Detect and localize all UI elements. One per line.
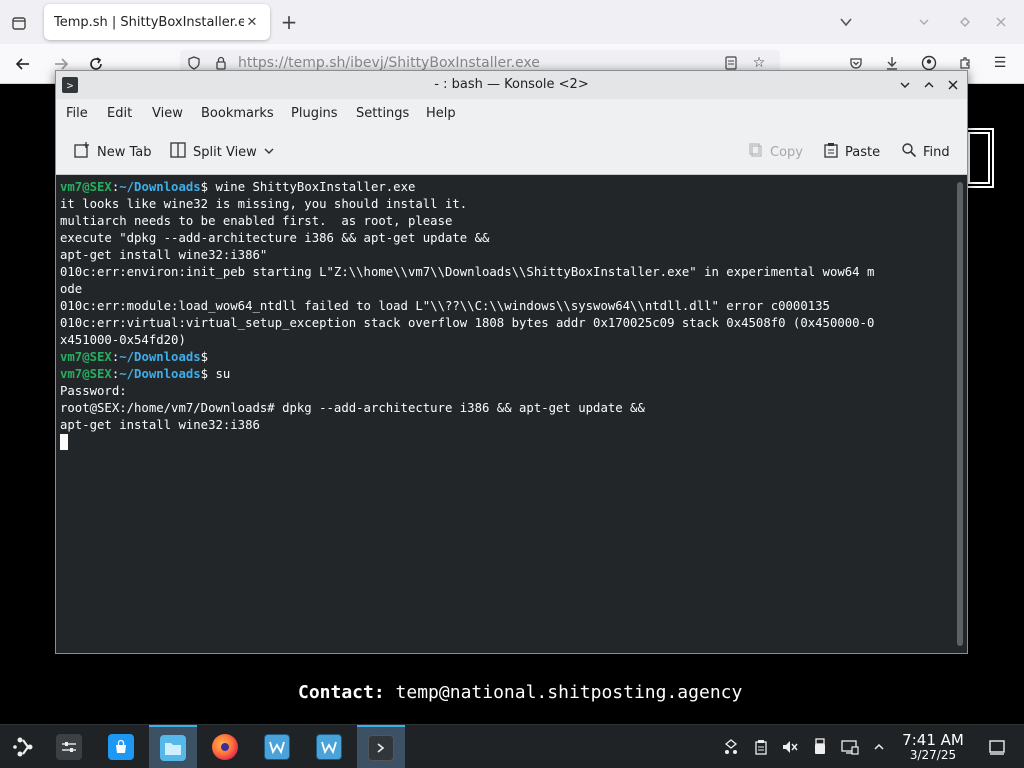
usb-device-icon[interactable] [809, 736, 831, 758]
terminal-line: ode [60, 282, 83, 296]
prompt-path: ~/Downloads [119, 180, 201, 194]
kde-connect-icon[interactable] [720, 736, 742, 758]
prompt-user: vm7@SEX [60, 350, 112, 364]
terminal-line: 010c:err:environ:init_peb starting L"Z:\… [60, 265, 875, 279]
back-arrow-icon[interactable] [12, 53, 34, 75]
url-text[interactable]: https://temp.sh/ibevj/ShittyBoxInstaller… [238, 55, 540, 71]
show-desktop-icon[interactable] [986, 736, 1008, 758]
scrollbar-thumb[interactable] [957, 182, 963, 646]
tab-overflow-chevron-icon[interactable] [835, 11, 857, 33]
split-view-icon [169, 141, 187, 163]
terminal-line: vm7@SEX:~/Downloads$ wine ShittyBoxInsta… [60, 180, 416, 194]
terminal-line: multiarch needs to be enabled first. as … [60, 214, 453, 228]
terminal-line: vm7@SEX:~/Downloads$ [60, 350, 209, 364]
dolphin-file-manager-icon[interactable] [149, 725, 197, 768]
browser-tab-strip: Temp.sh | ShittyBoxInstaller.e ✕ + [0, 0, 1024, 44]
terminal-output[interactable]: vm7@SEX:~/Downloads$ wine ShittyBoxInsta… [56, 176, 953, 653]
hamburger-menu-icon[interactable]: ☰ [990, 53, 1010, 73]
clipboard-icon[interactable] [750, 736, 772, 758]
konsole-menubar: File Edit View Bookmarks Plugins Setting… [56, 99, 967, 129]
terminal-line: vm7@SEX:~/Downloads$ su [60, 367, 231, 381]
terminal-line: root@SEX:/home/vm7/Downloads# dpkg --add… [60, 401, 645, 415]
minimize-icon[interactable] [913, 11, 935, 33]
konsole-titlebar[interactable]: - : bash — Konsole <2> > [56, 71, 967, 99]
terminal-line: Password: [60, 384, 127, 398]
konsole-title: - : bash — Konsole <2> [434, 77, 589, 92]
prompt-path: ~/Downloads [119, 350, 201, 364]
menu-file[interactable]: File [66, 106, 88, 121]
paste-button[interactable]: Paste [823, 141, 880, 163]
find-label: Find [923, 144, 950, 160]
page-frame-inner [968, 132, 990, 184]
menu-edit[interactable]: Edit [107, 106, 132, 121]
terminal-cursor [60, 434, 68, 450]
prompt-user: vm7@SEX [60, 180, 112, 194]
konsole-minimize-icon[interactable] [896, 76, 914, 94]
network-icon[interactable] [839, 736, 861, 758]
terminal-scrollbar[interactable] [953, 176, 967, 653]
application-launcher-icon[interactable] [0, 725, 48, 768]
terminal-line: execute "dpkg --add-architecture i386 &&… [60, 231, 490, 245]
terminal-line: apt-get install wine32:i386 [60, 418, 260, 432]
copy-button[interactable]: Copy [748, 141, 803, 163]
konsole-window: - : bash — Konsole <2> > File Edit View … [55, 70, 968, 654]
close-window-icon[interactable] [990, 11, 1012, 33]
terminal-line: apt-get install wine32:i386" [60, 248, 268, 262]
browser-tab[interactable]: Temp.sh | ShittyBoxInstaller.e ✕ [44, 4, 270, 40]
clock-time[interactable]: 7:41 AM [896, 731, 970, 749]
contact-line: Contact: temp@national.shitposting.agenc… [298, 682, 742, 703]
terminal-line: 010c:err:module:load_wow64_ntdll failed … [60, 299, 830, 313]
tab-close-icon[interactable]: ✕ [244, 14, 260, 30]
konsole-close-icon[interactable] [944, 76, 962, 94]
tab-list-icon[interactable] [8, 12, 30, 34]
new-tab-plus-icon [73, 141, 91, 163]
konsole-maximize-icon[interactable] [920, 76, 938, 94]
menu-view[interactable]: View [152, 106, 183, 121]
contact-email[interactable]: temp@national.shitposting.agency [396, 682, 743, 703]
discover-store-icon[interactable] [97, 725, 145, 768]
new-tab-icon[interactable]: + [278, 10, 300, 34]
terminal-line: 010c:err:virtual:virtual_setup_exception… [60, 316, 875, 330]
volume-muted-icon[interactable] [779, 736, 801, 758]
browser-tab-title: Temp.sh | ShittyBoxInstaller.e [54, 14, 244, 30]
konsole-toolbar: New Tab Split View Copy Paste Find [56, 129, 967, 175]
search-icon [901, 142, 917, 162]
menu-settings[interactable]: Settings [356, 106, 409, 121]
copy-label: Copy [770, 144, 803, 160]
tray-expand-chevron-icon[interactable] [868, 736, 890, 758]
paste-label: Paste [845, 144, 881, 160]
menu-bookmarks[interactable]: Bookmarks [201, 106, 274, 121]
terminal-app-icon[interactable]: > [62, 77, 78, 93]
prompt-path: ~/Downloads [119, 367, 201, 381]
split-view-button[interactable]: Split View [169, 141, 275, 163]
new-tab-button[interactable]: New Tab [73, 141, 152, 163]
wine-app-icon-2[interactable] [305, 725, 353, 768]
command-text: su [208, 367, 231, 381]
firefox-icon[interactable] [201, 725, 249, 768]
terminal-line: x451000-0x54fd20) [60, 333, 186, 347]
terminal-line: it looks like wine32 is missing, you sho… [60, 197, 468, 211]
prompt-user: vm7@SEX [60, 367, 112, 381]
menu-plugins[interactable]: Plugins [291, 106, 338, 121]
copy-icon [748, 142, 764, 162]
konsole-taskbar-icon[interactable] [357, 725, 405, 768]
taskbar [0, 724, 1024, 768]
find-button[interactable]: Find [901, 141, 950, 163]
command-text: wine ShittyBoxInstaller.exe [208, 180, 416, 194]
contact-label: Contact: [298, 682, 385, 703]
terminal-line [60, 434, 953, 451]
wine-app-icon[interactable] [253, 725, 301, 768]
desktop: Temp.sh | ShittyBoxInstaller.e ✕ + https… [0, 0, 1024, 768]
clock-date[interactable]: 3/27/25 [896, 748, 970, 762]
split-view-label: Split View [193, 144, 257, 160]
paste-clipboard-icon [823, 142, 839, 162]
system-settings-icon[interactable] [45, 725, 93, 768]
split-view-chevron-icon[interactable] [263, 143, 275, 161]
maximize-icon[interactable] [954, 11, 976, 33]
new-tab-label: New Tab [97, 144, 152, 160]
menu-help[interactable]: Help [426, 106, 456, 121]
